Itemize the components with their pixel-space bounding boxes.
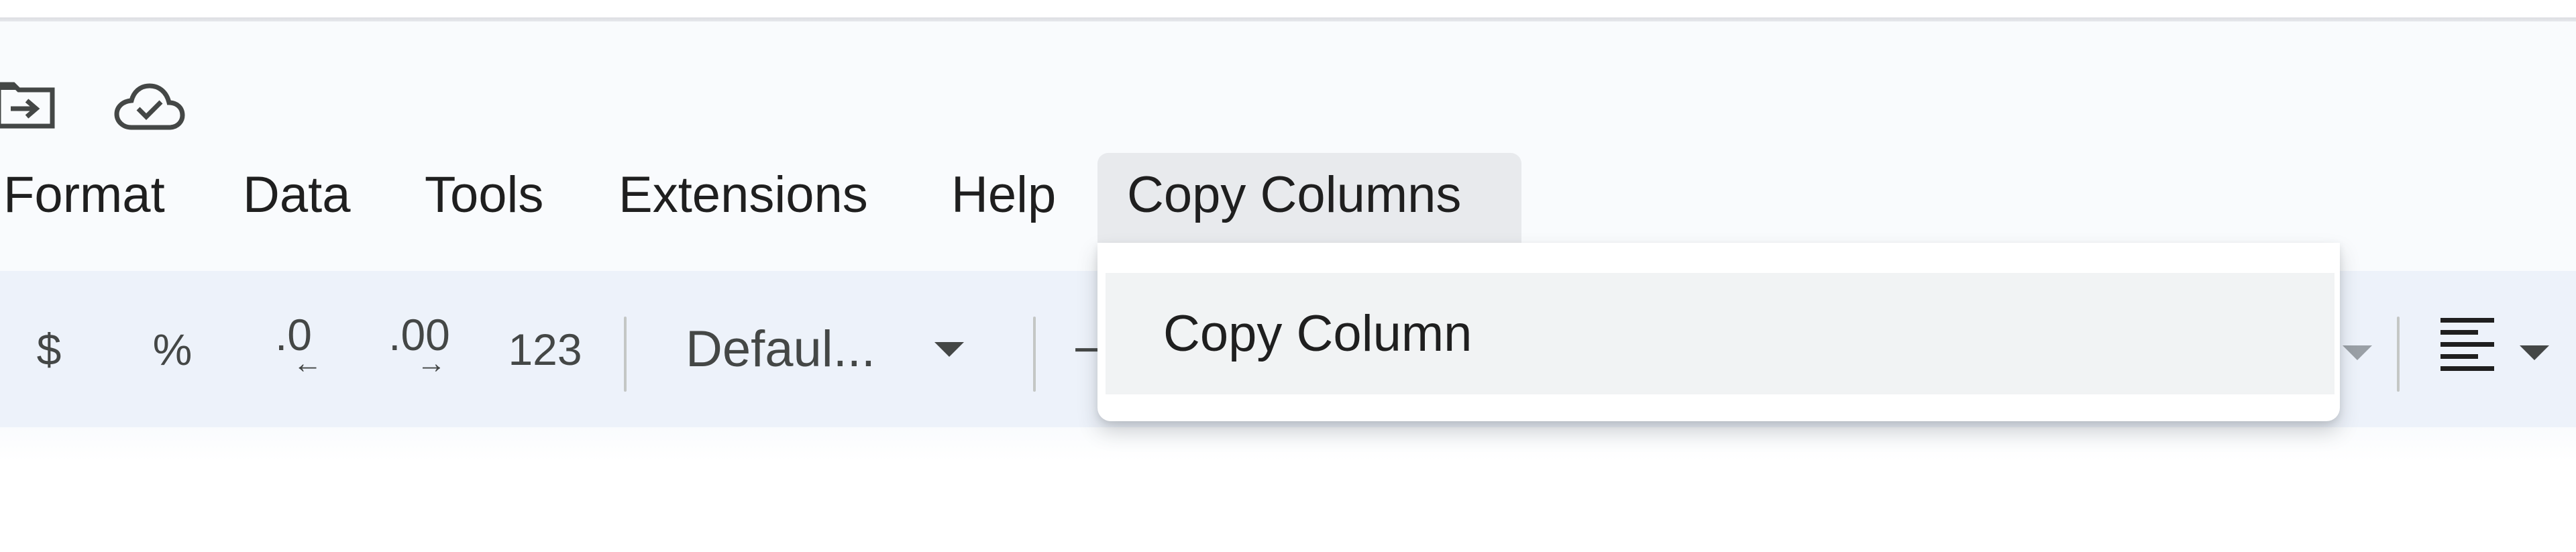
menu-extensions[interactable]: Extensions — [619, 153, 868, 243]
text-align-left-icon[interactable] — [2439, 315, 2494, 373]
menu-help[interactable]: Help — [951, 153, 1056, 243]
currency-format-button[interactable]: $ — [27, 271, 71, 427]
arrow-right-icon: → — [417, 346, 446, 380]
more-formats-button[interactable]: 123 — [506, 271, 584, 427]
decrease-font-size-button[interactable]: − — [1073, 271, 1101, 427]
menu-format[interactable]: Format — [3, 153, 165, 243]
menu-copy-columns[interactable]: Copy Columns — [1097, 153, 1521, 243]
chevron-down-icon[interactable] — [2520, 345, 2549, 360]
copy-columns-dropdown: Copy Column — [1097, 243, 2340, 421]
menu-bar: Format Data Tools Extensions Help Copy C… — [0, 153, 2576, 243]
window-top-strip — [0, 0, 2576, 17]
cloud-saved-icon[interactable] — [113, 82, 186, 131]
arrow-left-icon: ← — [292, 346, 323, 380]
chevron-down-icon — [934, 341, 965, 357]
chevron-down-icon[interactable] — [2343, 345, 2372, 360]
toolbar-separator — [2397, 317, 2400, 392]
decrease-decimal-button[interactable]: .0 ← — [258, 271, 329, 427]
menu-data[interactable]: Data — [243, 153, 351, 243]
move-to-folder-icon[interactable] — [0, 80, 58, 131]
percent-format-button[interactable]: % — [149, 271, 196, 427]
toolbar-separator — [1033, 317, 1036, 392]
font-family-select[interactable]: Defaul... — [686, 271, 965, 427]
menu-tools[interactable]: Tools — [425, 153, 543, 243]
font-family-value: Defaul... — [686, 321, 876, 378]
menu-item-copy-column[interactable]: Copy Column — [1106, 273, 2334, 394]
toolbar-separator — [624, 317, 627, 392]
increase-decimal-button[interactable]: .00 → — [382, 271, 456, 427]
menu-item-label: Copy Column — [1163, 305, 1472, 362]
sheet-area — [0, 427, 2576, 461]
